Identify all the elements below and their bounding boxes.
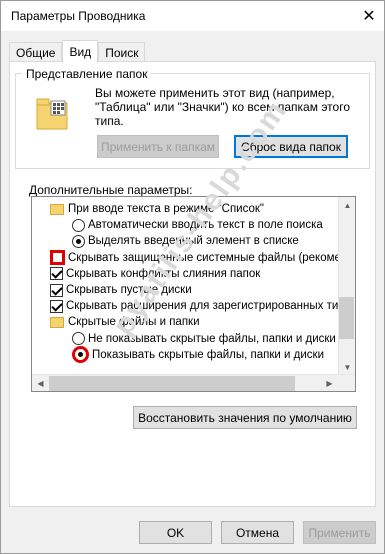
folder-view-description: Вы можете применить этот вид (например, … [95,86,350,128]
tree-option-item[interactable]: Скрывать пустые диски [50,282,192,298]
folder-view-legend: Представление папок [22,67,152,81]
checkbox[interactable] [50,267,63,281]
tree-item-label: Автоматически вводить текст в поле поиск… [88,219,323,232]
tree-item-label: Выделять введенный элемент в списке [88,235,299,248]
scroll-right-icon[interactable]: ▶ [321,375,338,391]
tab-search[interactable]: Поиск [98,42,146,63]
vertical-scroll-thumb[interactable] [339,297,354,339]
reset-folders-button[interactable]: Сброс вида папок [234,135,348,158]
close-icon[interactable]: ✕ [360,7,378,25]
checkbox[interactable] [50,250,65,266]
tree-item-label: Показывать скрытые файлы, папки и диски [92,348,324,361]
scroll-left-icon[interactable]: ◀ [32,375,49,391]
advanced-settings-tree[interactable]: При вводе текста в режиме "Список" Автома… [31,196,356,392]
window-title: Параметры Проводника [11,9,146,23]
radio-button[interactable] [72,346,89,364]
tree-item-label: Не показывать скрытые файлы, папки и дис… [88,332,336,345]
tree-option-item[interactable]: Скрывать конфликты слияния папок [50,266,260,282]
horizontal-scroll-thumb[interactable] [49,376,295,391]
radio-button[interactable] [72,234,85,248]
folder-icon [50,203,64,215]
tree-item-label: При вводе текста в режиме "Список" [68,203,264,215]
title-bar: Параметры Проводника ✕ [1,1,384,31]
apply-button[interactable]: Применить [303,521,376,544]
tree-item-label: Скрывать защищенные системные файлы (рек… [68,251,351,264]
scroll-up-icon[interactable]: ▲ [339,197,355,214]
tab-bar: Общие Вид Поиск [9,40,146,63]
ok-button[interactable]: OK [139,521,212,544]
checkbox[interactable] [50,283,63,297]
cancel-button[interactable]: Отмена [221,521,294,544]
explorer-options-dialog: Параметры Проводника ✕ Общие Вид Поиск П… [0,0,385,554]
radio-button[interactable] [72,332,85,346]
advanced-settings-label: Дополнительные параметры: [29,183,193,197]
horizontal-scrollbar[interactable]: ◀ ▶ [32,374,355,391]
folder-view-icon [36,98,68,130]
tab-view[interactable]: Вид [62,40,99,63]
folder-icon [50,316,64,328]
tree-option-item[interactable]: Показывать скрытые файлы, папки и диски [72,346,324,364]
restore-defaults-button[interactable]: Восстановить значения по умолчанию [133,406,357,429]
tree-item-label: Скрывать расширения для зарегистрированн… [66,300,351,313]
tree-option-item[interactable]: Автоматически вводить текст в поле поиск… [72,217,323,233]
radio-button[interactable] [72,218,85,232]
tab-general[interactable]: Общие [9,42,63,63]
apply-to-folders-button[interactable]: Применить к папкам [97,135,219,158]
tree-option-item[interactable]: Не показывать скрытые файлы, папки и дис… [72,331,336,347]
tree-item-label: Скрывать пустые диски [66,284,192,296]
tree-item-label: Скрывать конфликты слияния папок [66,267,261,280]
tree-group-item: При вводе текста в режиме "Список" [50,201,264,217]
checkbox[interactable] [50,299,63,313]
tree-item-label: Скрытые файлы и папки [68,316,200,329]
tree-option-item[interactable]: Скрывать защищенные системные файлы (рек… [50,250,350,266]
tree-option-item[interactable]: Выделять введенный элемент в списке [72,233,299,249]
tree-option-item[interactable]: Скрывать расширения для зарегистрированн… [50,298,351,314]
vertical-scrollbar[interactable]: ▲ ▼ [338,197,355,376]
tree-group-item: Скрытые файлы и папки [50,314,200,330]
